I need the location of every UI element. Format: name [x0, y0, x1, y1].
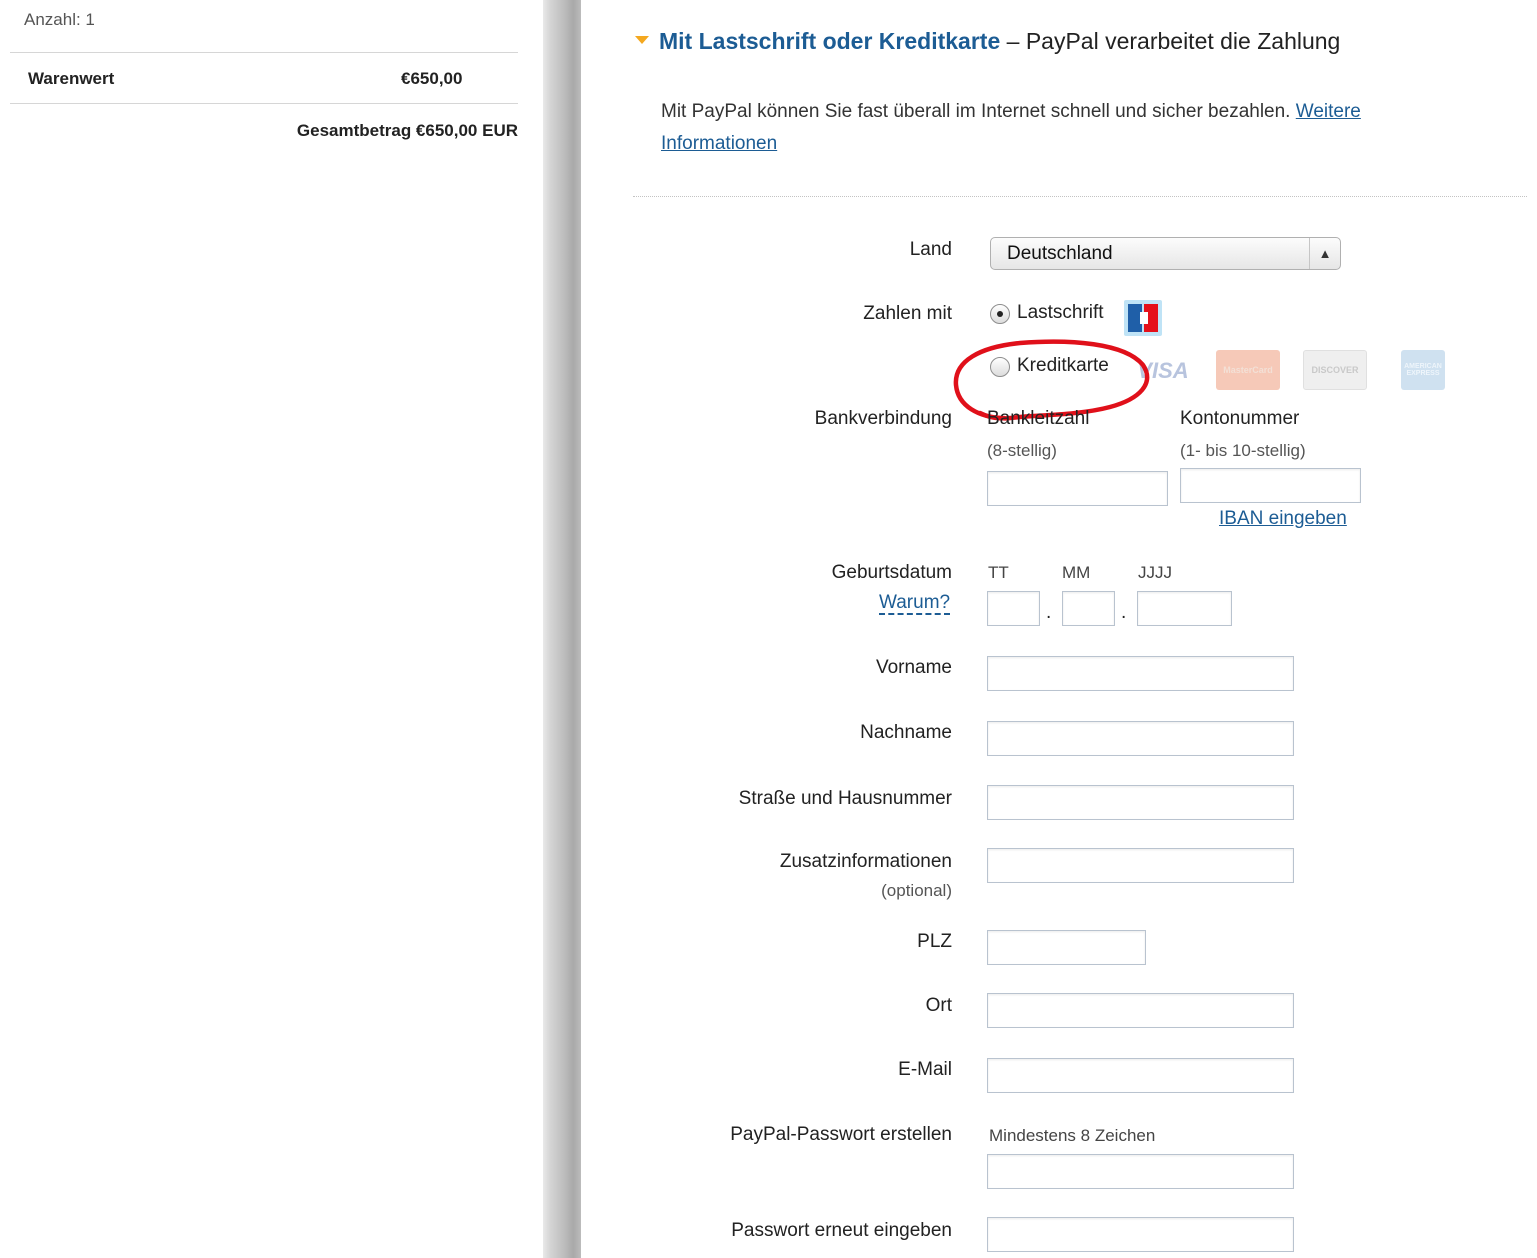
city-label: Ort [925, 995, 952, 1016]
country-select[interactable]: Deutschland ▲ [990, 237, 1341, 270]
zip-label: PLZ [917, 931, 952, 952]
lastname-label: Nachname [860, 722, 952, 743]
lastname-input[interactable] [987, 721, 1294, 756]
extra-input[interactable] [987, 848, 1294, 883]
password-repeat-input[interactable] [987, 1217, 1294, 1252]
date-separator: . [1046, 602, 1052, 623]
quantity-text: Anzahl: 1 [24, 10, 95, 29]
mastercard-logo-icon: MasterCard [1216, 350, 1280, 390]
discover-logo-icon: DISCOVER [1303, 350, 1367, 390]
intro-text: Mit PayPal können Sie fast überall im In… [661, 101, 1291, 122]
email-input[interactable] [987, 1058, 1294, 1093]
column-divider [543, 0, 581, 1258]
bank-label: Bankverbindung [814, 408, 952, 429]
password-repeat-label: Passwort erneut eingeben [731, 1220, 952, 1241]
caret-down-icon [635, 35, 649, 44]
street-label: Straße und Hausnummer [738, 788, 952, 809]
blz-input[interactable] [987, 471, 1168, 506]
pay-with-label: Zahlen mit [863, 303, 952, 324]
select-arrows-icon: ▲ [1309, 238, 1340, 269]
city-input[interactable] [987, 993, 1294, 1028]
email-label: E-Mail [898, 1059, 952, 1080]
street-input[interactable] [987, 785, 1294, 820]
account-hint: (1- bis 10-stellig) [1180, 441, 1306, 460]
amex-logo-icon: AMERICAN EXPRESS [1401, 350, 1445, 390]
year-input[interactable] [1137, 591, 1232, 626]
why-link[interactable]: Warum? [879, 592, 951, 615]
extra-label: Zusatzinformationen [779, 851, 952, 872]
payment-heading[interactable]: Mit Lastschrift oder Kreditkarte – PayPa… [635, 28, 1340, 55]
blz-hint: (8-stellig) [987, 441, 1057, 460]
payment-heading-title: Mit Lastschrift oder Kreditkarte [659, 28, 1001, 54]
blz-label: Bankleitzahl [987, 408, 1090, 429]
birthdate-label: Geburtsdatum [831, 562, 952, 583]
payment-heading-subtitle: – PayPal verarbeitet die Zahlung [1006, 28, 1341, 54]
goods-label: Warenwert [28, 69, 115, 88]
day-input[interactable] [987, 591, 1040, 626]
account-label: Kontonummer [1180, 408, 1300, 429]
debit-label[interactable]: Lastschrift [1017, 302, 1104, 324]
debit-radio[interactable] [990, 304, 1010, 324]
iban-link[interactable]: IBAN eingeben [1219, 508, 1347, 530]
summary-divider-2 [10, 103, 518, 104]
country-label: Land [909, 239, 952, 260]
intro-paragraph: Mit PayPal können Sie fast überall im In… [661, 96, 1461, 160]
total-amount: Gesamtbetrag €650,00 EUR [296, 121, 518, 140]
section-separator [633, 196, 1527, 197]
date-separator-2: . [1121, 602, 1127, 623]
firstname-input[interactable] [987, 656, 1294, 691]
account-input[interactable] [1180, 468, 1361, 503]
month-input[interactable] [1062, 591, 1115, 626]
goods-value: €650,00 [401, 69, 463, 88]
password-hint: Mindestens 8 Zeichen [989, 1126, 1156, 1145]
country-value: Deutschland [1007, 243, 1113, 264]
extra-hint: (optional) [881, 881, 952, 900]
zip-input[interactable] [987, 930, 1146, 965]
day-label: TT [988, 563, 1009, 582]
year-label: JJJJ [1138, 563, 1172, 582]
month-label: MM [1062, 563, 1091, 582]
firstname-label: Vorname [875, 657, 952, 678]
password-input[interactable] [987, 1154, 1294, 1189]
password-label: PayPal-Passwort erstellen [730, 1124, 952, 1145]
summary-divider [10, 52, 518, 53]
